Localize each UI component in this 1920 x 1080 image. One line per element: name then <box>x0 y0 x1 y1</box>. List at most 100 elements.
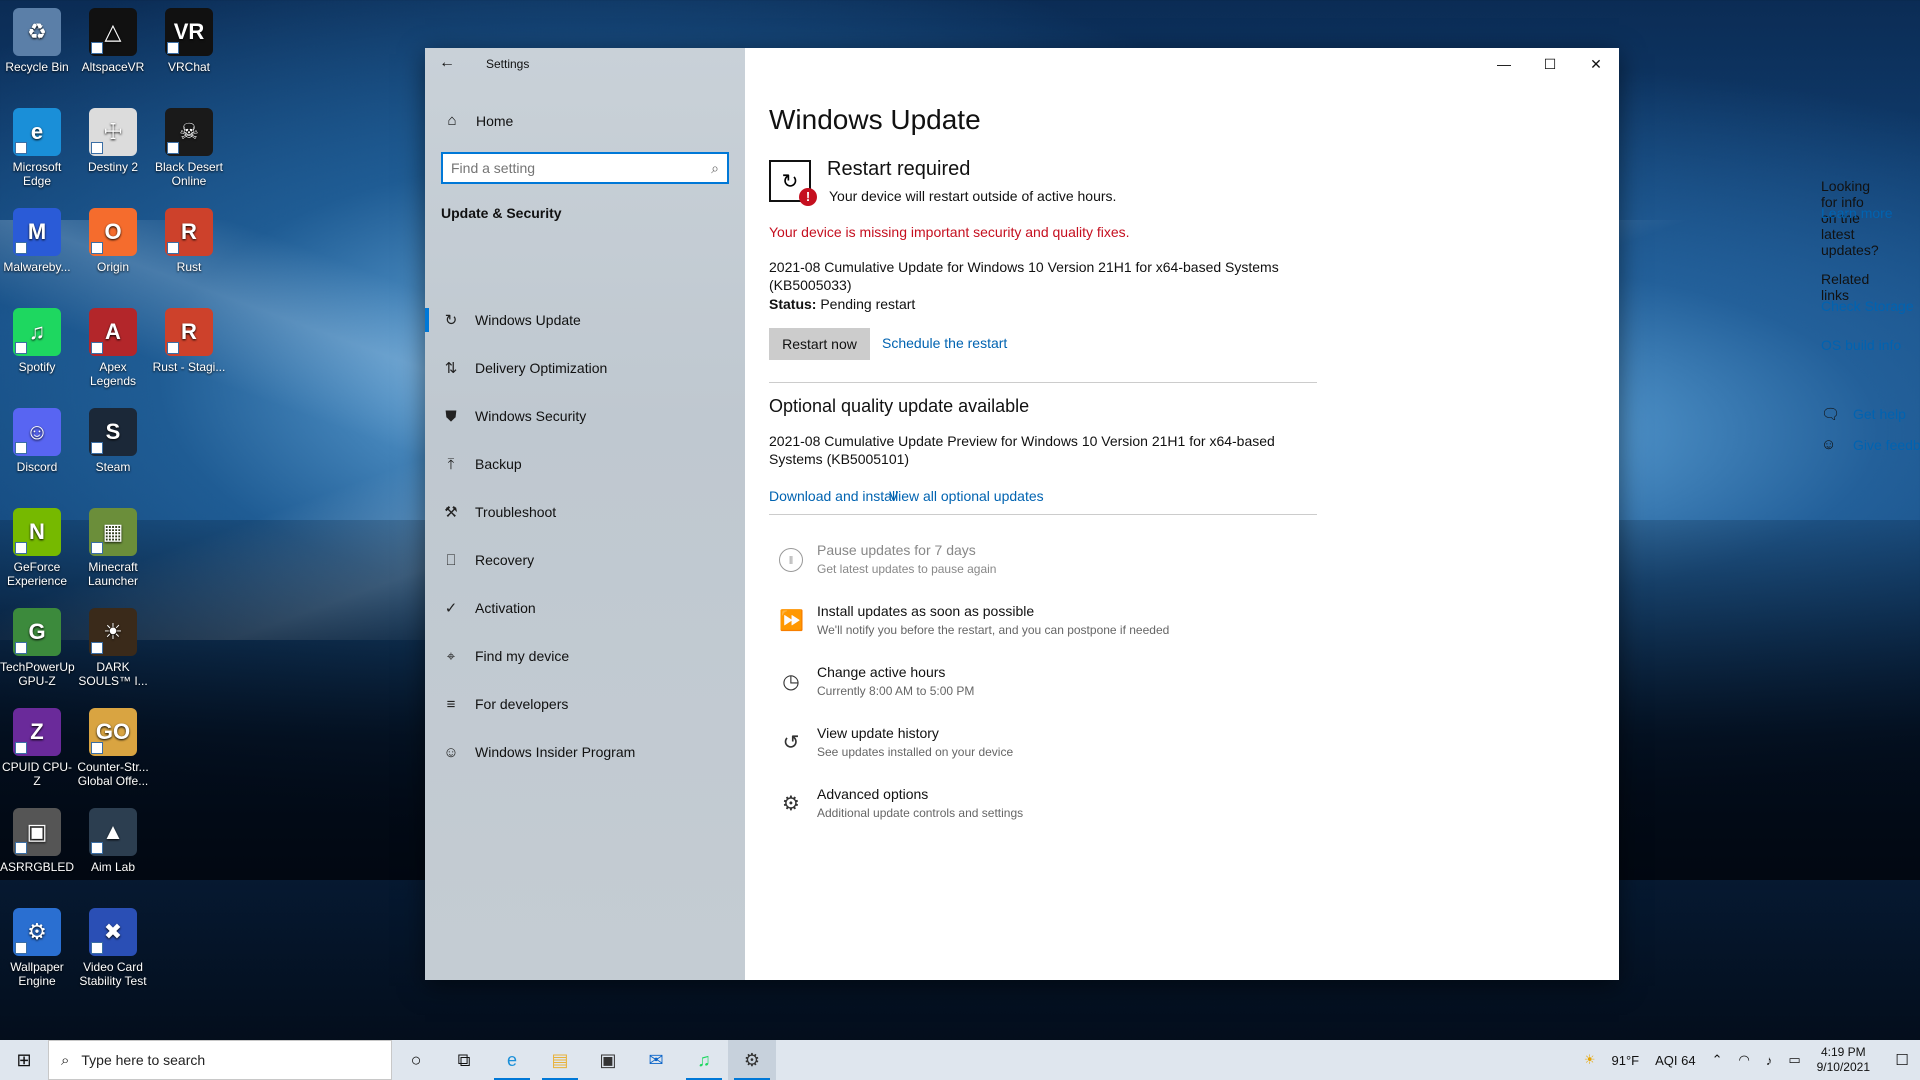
battery-icon[interactable]: ▭ <box>1788 1052 1800 1068</box>
schedule-restart-link[interactable]: Schedule the restart <box>882 335 1007 351</box>
taskbar-task-view-icon[interactable]: ⧉ <box>440 1040 488 1080</box>
desktop-app-icon: ▦ <box>89 508 137 556</box>
taskbar-search[interactable]: ⌕ Type here to search <box>48 1040 392 1080</box>
desktop-icon[interactable]: S Steam <box>76 408 150 474</box>
taskbar-edge-icon[interactable]: e <box>488 1040 536 1080</box>
nav-item[interactable]: ⛊ Windows Security <box>425 396 745 436</box>
desktop-icon[interactable]: ☺ Discord <box>0 408 74 474</box>
chevron-up-icon[interactable]: ⌃ <box>1712 1052 1723 1068</box>
give-feedback-link[interactable]: Give feedback <box>1853 437 1920 453</box>
close-button[interactable]: ✕ <box>1573 48 1619 80</box>
nav-item[interactable]: ⤒ Backup <box>425 444 745 484</box>
restart-title: Restart required <box>827 158 971 180</box>
nav-item-label: Activation <box>475 600 536 616</box>
status-label: Status: <box>769 296 817 312</box>
nav-item[interactable]: ⌖ Find my device <box>425 636 745 676</box>
desktop-icon[interactable]: ♻ Recycle Bin <box>0 8 74 74</box>
update-option-subtitle: We'll notify you before the restart, and… <box>817 623 1170 637</box>
restart-now-button[interactable]: Restart now <box>769 328 870 360</box>
taskbar-cortana-icon[interactable]: ○ <box>392 1040 440 1080</box>
nav-item[interactable]: ⎕ Recovery <box>425 540 745 580</box>
find-setting-input[interactable] <box>451 160 712 176</box>
desktop-app-icon: △ <box>89 8 137 56</box>
desktop-icon-label: Microsoft Edge <box>12 160 62 188</box>
refresh-icon: ↻ <box>781 170 799 193</box>
get-help-row[interactable]: 🗨 Get help <box>1821 405 1906 423</box>
learn-more-link[interactable]: Learn more <box>1821 205 1893 221</box>
desktop-icon[interactable]: M Malwareby... <box>0 208 74 274</box>
update-option[interactable]: ↺ View update history See updates installe… <box>779 725 1299 771</box>
desktop-icon[interactable]: G TechPowerUp GPU-Z <box>0 608 75 688</box>
update-option-title: Advanced options <box>817 786 929 802</box>
update-option[interactable]: ‖ Pause updates for 7 days Get latest upda… <box>779 542 1299 588</box>
desktop-icon[interactable]: e Microsoft Edge <box>0 108 74 188</box>
get-help-link[interactable]: Get help <box>1853 406 1906 422</box>
nav-item[interactable]: ☺ Windows Insider Program <box>425 732 745 772</box>
update-status: Status: Pending restart <box>769 296 915 312</box>
desktop-icon[interactable]: ✖ Video Card Stability Test <box>76 908 150 988</box>
desktop-icon[interactable]: N GeForce Experience <box>0 508 74 588</box>
desktop-icon-label: Counter-Str... Global Offe... <box>77 760 149 788</box>
desktop-app-icon: ⚙ <box>13 908 61 956</box>
wifi-icon[interactable]: ◠ <box>1738 1052 1749 1068</box>
desktop-icon[interactable]: R Rust <box>152 208 226 274</box>
nav-item[interactable]: ↻ Windows Update <box>425 300 745 340</box>
clock[interactable]: 4:19 PM 9/10/2021 <box>1817 1045 1870 1075</box>
os-build-info-link[interactable]: OS build info <box>1821 337 1901 353</box>
give-feedback-row[interactable]: ☺ Give feedback <box>1821 436 1920 453</box>
desktop-app-icon: ▲ <box>89 808 137 856</box>
taskbar-spotify-icon[interactable]: ♫ <box>680 1040 728 1080</box>
weather-aqi[interactable]: AQI 64 <box>1655 1053 1695 1068</box>
nav-item[interactable]: ≡ For developers <box>425 684 745 724</box>
desktop-icon[interactable]: VR VRChat <box>152 8 226 74</box>
maximize-button[interactable]: ☐ <box>1527 48 1573 80</box>
nav-item[interactable]: ⇅ Delivery Optimization <box>425 348 745 388</box>
title-bar[interactable]: ← Settings <box>425 48 745 80</box>
desktop-icon[interactable]: ☀ DARK SOULS™ I... <box>76 608 150 688</box>
desktop-icon[interactable]: ▦ Minecraft Launcher <box>76 508 150 588</box>
update-option[interactable]: ⏩ Install updates as soon as possible We'l… <box>779 603 1299 649</box>
desktop-icon[interactable]: GO Counter-Str... Global Offe... <box>76 708 150 788</box>
update-option[interactable]: ⚙ Advanced options Additional update contr… <box>779 786 1299 832</box>
desktop-icon[interactable]: O Origin <box>76 208 150 274</box>
nav-item[interactable]: ⚒ Troubleshoot <box>425 492 745 532</box>
desktop-icon-label: Rust - Stagi... <box>152 360 226 374</box>
weather-temperature[interactable]: 91°F <box>1611 1053 1639 1068</box>
taskbar-settings-icon[interactable]: ⚙ <box>728 1040 776 1080</box>
update-option[interactable]: ◷ Change active hours Currently 8:00 AM to… <box>779 664 1299 710</box>
desktop-icon[interactable]: R Rust - Stagi... <box>152 308 226 374</box>
update-option-icon: ⏩ <box>779 610 804 632</box>
clock-time: 4:19 PM <box>1820 1045 1866 1059</box>
desktop-icon[interactable]: ▲ Aim Lab <box>76 808 150 874</box>
taskbar-mail-icon[interactable]: ✉ <box>632 1040 680 1080</box>
check-storage-link[interactable]: Check Storage <box>1821 298 1914 314</box>
desktop-icon[interactable]: ☩ Destiny 2 <box>76 108 150 174</box>
desktop-app-icon: ☩ <box>89 108 137 156</box>
desktop-icon[interactable]: ▣ ASRRGBLED <box>0 808 74 874</box>
nav-item-icon: ⚒ <box>444 504 458 521</box>
taskbar-store-icon[interactable]: ▣ <box>584 1040 632 1080</box>
settings-content: — ☐ ✕ Windows Update ↻ ! Restart require… <box>745 48 1920 980</box>
desktop-icon[interactable]: A Apex Legends <box>76 308 150 388</box>
desktop-icon[interactable]: Z CPUID CPU-Z <box>0 708 74 788</box>
view-optional-updates-link[interactable]: View all optional updates <box>889 488 1044 504</box>
nav-item[interactable]: ✓ Activation <box>425 588 745 628</box>
notification-icon[interactable]: ☐ <box>1884 1051 1920 1069</box>
download-install-link[interactable]: Download and install <box>769 488 898 504</box>
desktop-icon[interactable]: ♫ Spotify <box>0 308 74 374</box>
start-button[interactable]: ⊞ <box>0 1040 48 1080</box>
update-name: 2021-08 Cumulative Update for Windows 10… <box>769 259 1279 293</box>
taskbar-file-explorer-icon[interactable]: ▤ <box>536 1040 584 1080</box>
desktop-app-icon: VR <box>165 8 213 56</box>
volume-icon[interactable]: ♪ <box>1766 1053 1773 1068</box>
nav-home[interactable]: ⌂ Home <box>442 112 513 129</box>
search-icon[interactable]: ⌕ <box>711 160 719 177</box>
back-arrow-icon[interactable]: ← <box>439 54 455 72</box>
desktop-icon[interactable]: ☠ Black Desert Online <box>152 108 226 188</box>
desktop-icon[interactable]: △ AltspaceVR <box>76 8 150 74</box>
desktop-icon[interactable]: ⚙ Wallpaper Engine <box>0 908 74 988</box>
weather-sun-icon[interactable]: ☀ <box>1584 1052 1596 1068</box>
minimize-button[interactable]: — <box>1481 48 1527 80</box>
restart-subtitle: Your device will restart outside of acti… <box>829 188 1117 204</box>
nav-item-label: Windows Update <box>475 312 581 328</box>
